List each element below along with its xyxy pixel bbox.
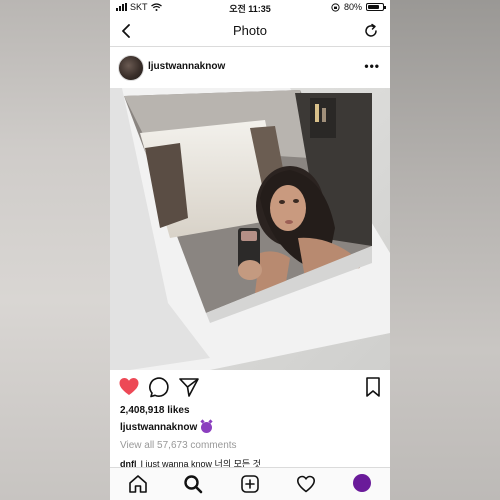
phone-screen: SKT 오전 11:35 80% Photo ljustwannaknow ••… [110,0,390,500]
post-actions [110,374,390,400]
battery-percent: 80% [343,2,362,12]
devil-emoji-icon [201,422,213,433]
heart-filled-icon[interactable] [118,376,140,398]
status-bar: SKT 오전 11:35 80% [110,0,390,16]
caption: ljustwannaknow [120,422,213,433]
post-header: ljustwannaknow ••• [110,55,390,83]
orientation-lock-icon [331,2,340,12]
post-photo-image [110,88,390,370]
avatar[interactable] [118,55,144,81]
caption-username[interactable]: ljustwannaknow [120,422,197,433]
bookmark-icon[interactable] [362,376,384,398]
add-icon[interactable] [240,474,260,494]
search-icon[interactable] [183,474,203,494]
background-right [390,0,500,500]
navigation-bar: Photo [110,16,390,47]
profile-icon[interactable] [353,474,371,492]
comment-icon[interactable] [148,376,170,398]
share-icon[interactable] [178,376,200,398]
refresh-icon[interactable] [362,22,380,40]
tab-bar [110,467,390,500]
more-options-icon[interactable]: ••• [364,59,380,73]
battery-level [368,5,380,9]
like-count[interactable]: 2,408,918 likes [120,405,190,416]
activity-icon[interactable] [296,474,316,494]
post-photo[interactable] [110,88,390,370]
page-title: Photo [233,23,267,38]
post-username[interactable]: ljustwannaknow [148,61,225,72]
battery-icon [366,3,386,11]
view-comments-link[interactable]: View all 57,673 comments [120,440,237,451]
home-icon[interactable] [128,474,148,494]
background-left [0,0,110,500]
